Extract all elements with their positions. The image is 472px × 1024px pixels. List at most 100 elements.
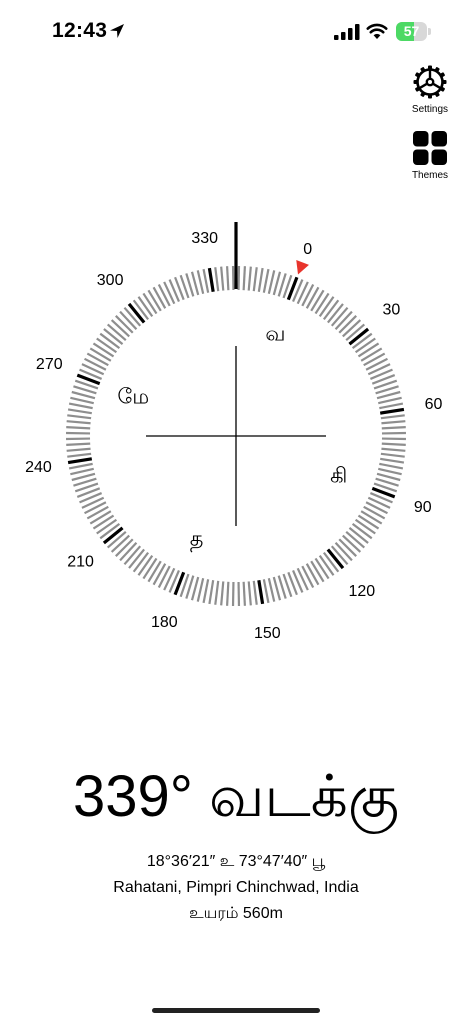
degree-label: 180 (151, 614, 178, 631)
major-tick (379, 407, 405, 415)
cardinal-label-east: கி (330, 463, 347, 487)
minor-tick (67, 452, 92, 458)
minor-tick (262, 268, 270, 293)
major-tick (67, 457, 93, 465)
minor-tick (380, 452, 405, 458)
major-tick (102, 526, 124, 545)
degree-label: 300 (97, 272, 124, 289)
minor-tick (338, 315, 357, 334)
minor-tick (310, 289, 325, 312)
minor-tick (305, 286, 320, 309)
settings-label: Settings (411, 104, 449, 115)
minor-tick (92, 514, 115, 530)
cellular-signal-icon (334, 24, 360, 40)
status-bar: 12:43 57 (0, 0, 472, 60)
minor-tick (342, 534, 362, 553)
degree-label: 90 (414, 499, 432, 516)
minor-tick (360, 347, 383, 362)
minor-tick (379, 402, 404, 410)
minor-tick (247, 581, 252, 606)
minor-tick (314, 557, 330, 580)
minor-tick (357, 342, 380, 358)
minor-tick (84, 501, 107, 515)
minor-tick (381, 420, 406, 425)
status-time: 12:43 (52, 19, 108, 42)
minor-tick (96, 518, 118, 535)
minor-tick (132, 551, 150, 573)
minor-tick (66, 447, 91, 452)
minor-tick (338, 538, 357, 557)
minor-tick (66, 420, 91, 425)
minor-tick (379, 462, 404, 470)
settings-button[interactable]: Settings (400, 64, 460, 115)
minor-tick (226, 581, 230, 606)
minor-tick (123, 545, 142, 566)
minor-tick (157, 565, 171, 588)
minor-tick (363, 352, 386, 367)
minor-tick (363, 505, 386, 520)
grid-icon (413, 131, 447, 165)
minor-tick (360, 510, 383, 525)
minor-tick (252, 267, 258, 292)
degree-label: 270 (36, 356, 63, 373)
minor-tick (330, 306, 349, 327)
minor-tick (119, 542, 138, 562)
minor-tick (99, 332, 121, 350)
minor-tick (381, 426, 406, 430)
gear-icon (413, 65, 447, 99)
minor-tick (89, 347, 112, 362)
minor-tick (147, 289, 162, 312)
minor-tick (318, 554, 335, 576)
minor-tick (67, 414, 92, 420)
minor-tick (345, 530, 366, 549)
minor-tick (84, 357, 107, 371)
altitude-text: உயரம் 560m (189, 905, 283, 922)
battery-percentage: 57 (403, 23, 420, 39)
degree-label: 330 (191, 230, 218, 247)
minor-tick (380, 414, 405, 420)
minor-tick (242, 266, 246, 291)
minor-tick (357, 514, 380, 530)
minor-tick (226, 266, 230, 291)
minor-tick (381, 442, 406, 446)
minor-tick (242, 581, 246, 606)
major-tick (127, 302, 146, 324)
location-arrow-icon (110, 24, 124, 38)
minor-tick (354, 518, 376, 535)
minor-tick (106, 323, 127, 342)
minor-tick (66, 426, 91, 430)
minor-tick (342, 319, 362, 338)
minor-tick (70, 467, 94, 476)
minor-tick (262, 579, 270, 604)
minor-tick (220, 581, 225, 606)
degree-label: 240 (25, 459, 52, 476)
minor-tick (257, 267, 264, 292)
minor-tick (378, 467, 402, 476)
minor-tick (103, 328, 124, 345)
minor-tick (202, 579, 210, 604)
home-indicator[interactable] (152, 1008, 320, 1013)
minor-tick (70, 396, 94, 405)
minor-tick (196, 270, 205, 294)
minor-tick (267, 270, 276, 294)
major-tick (207, 267, 215, 293)
themes-button[interactable]: Themes (400, 130, 460, 181)
minor-tick (89, 510, 112, 525)
compass-dial[interactable]: 0 30 60 90 120 150 180 210 240 270 300 330 வ கி த மே (0, 200, 472, 680)
degree-label: 30 (383, 302, 401, 319)
coordinates-text: 18°36′21″ உ 73°47′40″ பூ (146, 853, 326, 870)
minor-tick (327, 303, 344, 324)
heading-readout: 339° வடக்கு (72, 764, 400, 829)
minor-tick (365, 501, 388, 515)
minor-tick (115, 538, 134, 557)
degree-label: 210 (67, 553, 94, 570)
minor-tick (137, 554, 154, 576)
battery-body: 57 (396, 22, 427, 41)
minor-tick (68, 462, 93, 470)
minor-tick (147, 560, 162, 583)
minor-tick (267, 578, 276, 602)
themes-label: Themes (411, 170, 449, 181)
minor-tick (202, 268, 210, 293)
minor-tick (301, 284, 315, 307)
minor-tick (380, 457, 405, 464)
